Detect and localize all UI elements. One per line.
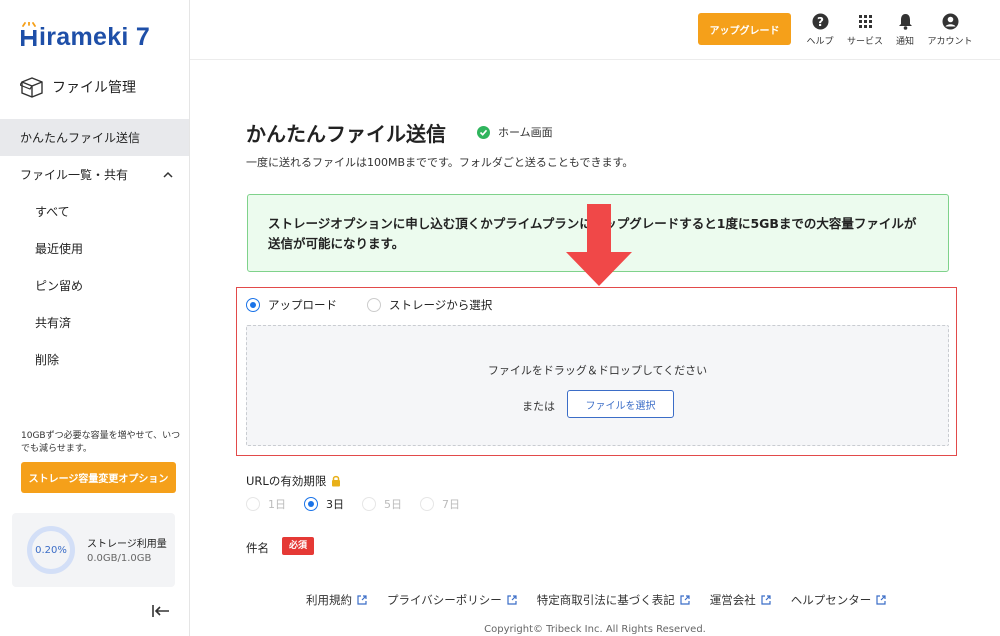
expiry-radio-group: 1日 3日 5日 7日 — [246, 496, 478, 512]
sidebar-item-label: 共有済 — [35, 316, 72, 330]
sidebar-item-label: ファイル一覧・共有 — [20, 168, 129, 182]
expiry-option-1day[interactable]: 1日 — [246, 496, 286, 512]
expiry-option-3day[interactable]: 3日 — [304, 496, 344, 512]
radio-disabled-icon — [420, 497, 434, 511]
help-label: ヘルプ — [806, 37, 834, 47]
footer-link-label: 特定商取引法に基づく表記 — [536, 593, 675, 607]
footer-link-label: ヘルプセンター — [790, 593, 872, 607]
bell-icon — [898, 14, 912, 30]
storage-note: 10GBずつ必要な容量を増やせて、いつでも減らせます。 — [21, 431, 181, 454]
radio-upload-label: アップロード — [268, 298, 337, 312]
module-title-label: ファイル管理 — [52, 80, 136, 96]
radio-storage-select[interactable]: ストレージから選択 — [367, 297, 492, 313]
sidebar-item-label: すべて — [35, 205, 70, 219]
lock-icon — [332, 475, 341, 487]
services-button[interactable]: サービス — [845, 13, 885, 47]
footer-link-privacy[interactable]: プライバシーポリシー — [387, 592, 517, 608]
select-file-button[interactable]: ファイルを選択 — [567, 390, 674, 418]
check-circle-icon — [477, 125, 490, 139]
expiry-option-label: 5日 — [384, 498, 402, 511]
radio-unselected-icon — [367, 298, 381, 312]
sidebar-item-label: ピン留め — [35, 279, 84, 293]
logo-mark-icon — [20, 22, 38, 48]
radio-selected-icon — [246, 298, 260, 312]
footer-link-commerce-law[interactable]: 特定商取引法に基づく表記 — [537, 592, 690, 608]
page-subtitle: 一度に送れるファイルは100MBまでです。フォルダごと送ることもできます。 — [246, 156, 634, 169]
sidebar-nav: かんたんファイル送信 ファイル一覧・共有 すべて 最近使用 ピン留め 共有済 削… — [0, 119, 189, 378]
file-dropzone[interactable]: ファイルをドラッグ＆ドロップしてください または ファイルを選択 — [246, 325, 949, 446]
svg-text:?: ? — [817, 15, 824, 29]
sidebar-item-label: 最近使用 — [35, 242, 84, 256]
footer-link-label: プライバシーポリシー — [387, 593, 502, 607]
storage-usage-percent: 0.20% — [35, 544, 67, 556]
storage-usage-ring: 0.20% — [27, 526, 75, 574]
footer-link-terms[interactable]: 利用規約 — [306, 592, 367, 608]
radio-upload[interactable]: アップロード — [246, 297, 337, 313]
external-link-icon — [680, 595, 690, 605]
required-badge: 必須 — [282, 537, 314, 555]
external-link-icon — [357, 595, 367, 605]
footer-link-label: 利用規約 — [306, 593, 352, 607]
box-icon — [20, 77, 43, 98]
page-title: かんたんファイル送信 — [246, 122, 446, 146]
external-link-icon — [507, 595, 517, 605]
storage-usage-card: 0.20% ストレージ利用量 0.0GB/1.0GB — [12, 513, 175, 587]
grid-icon — [858, 15, 872, 28]
chevron-up-icon — [163, 171, 173, 178]
home-badge-label: ホーム画面 — [498, 126, 553, 139]
notifications-label: 通知 — [895, 37, 914, 47]
red-down-arrow-icon — [566, 204, 632, 286]
module-title: ファイル管理 — [20, 76, 136, 98]
sidebar-item-shared[interactable]: 共有済 — [0, 304, 189, 341]
subject-label: 件名 — [246, 541, 269, 555]
storage-option-button[interactable]: ストレージ容量変更オプション — [21, 462, 176, 493]
home-badge[interactable]: ホーム画面 — [477, 124, 553, 140]
radio-storage-label: ストレージから選択 — [389, 298, 493, 312]
sidebar-item-deleted[interactable]: 削除 — [0, 341, 189, 378]
help-button[interactable]: ? ヘルプ — [800, 13, 840, 47]
copyright: Copyright© Tribeck Inc. All Rights Reser… — [484, 624, 706, 635]
sidebar-item-file-list[interactable]: ファイル一覧・共有 — [0, 156, 189, 193]
account-icon — [942, 13, 958, 30]
collapse-sidebar-icon[interactable] — [152, 603, 170, 622]
source-radio-group: アップロード ストレージから選択 — [246, 297, 492, 313]
sidebar-item-label: 削除 — [35, 353, 60, 367]
expiry-option-5day[interactable]: 5日 — [362, 496, 402, 512]
help-icon: ? — [812, 13, 828, 30]
sidebar-item-easy-send[interactable]: かんたんファイル送信 — [0, 119, 189, 156]
expiry-option-label: 1日 — [268, 498, 286, 511]
radio-disabled-icon — [246, 497, 260, 511]
expiry-option-label: 3日 — [326, 498, 344, 511]
sidebar: irameki 7 ファイル管理 かんたんファイル送信 ファイル一覧・共有 すべ… — [0, 0, 190, 636]
radio-selected-icon — [304, 497, 318, 511]
services-label: サービス — [846, 37, 883, 47]
account-button[interactable]: アカウント — [925, 13, 975, 47]
expiry-option-label: 7日 — [442, 498, 460, 511]
footer-link-label: 運営会社 — [709, 593, 756, 607]
account-label: アカウント — [927, 37, 973, 47]
footer-link-company[interactable]: 運営会社 — [710, 592, 771, 608]
sidebar-item-recent[interactable]: 最近使用 — [0, 230, 189, 267]
notifications-button[interactable]: 通知 — [885, 13, 925, 47]
external-link-icon — [876, 595, 886, 605]
storage-usage-value: 0.0GB/1.0GB — [87, 553, 152, 564]
url-expiry-label-text: URLの有効期限 — [246, 474, 327, 488]
external-link-icon — [761, 595, 771, 605]
expiry-option-7day[interactable]: 7日 — [420, 496, 460, 512]
upgrade-button[interactable]: アップグレード — [698, 13, 791, 45]
or-text: または — [522, 400, 555, 413]
radio-disabled-icon — [362, 497, 376, 511]
sidebar-item-all[interactable]: すべて — [0, 193, 189, 230]
brand-logo[interactable]: irameki 7 — [20, 22, 150, 52]
storage-usage-label: ストレージ利用量 — [87, 539, 167, 550]
dropzone-text: ファイルをドラッグ＆ドロップしてください — [487, 364, 708, 377]
top-header: アップグレード ? ヘルプ サービス 通知 アカウント — [190, 0, 1000, 60]
logo-text: irameki 7 — [39, 22, 151, 51]
sidebar-item-label: かんたんファイル送信 — [20, 131, 141, 145]
footer-links: 利用規約 プライバシーポリシー 特定商取引法に基づく表記 運営会社 ヘルプセンタ… — [306, 592, 906, 608]
footer-link-help-center[interactable]: ヘルプセンター — [791, 592, 887, 608]
url-expiry-label: URLの有効期限 — [246, 473, 341, 489]
sidebar-item-pinned[interactable]: ピン留め — [0, 267, 189, 304]
